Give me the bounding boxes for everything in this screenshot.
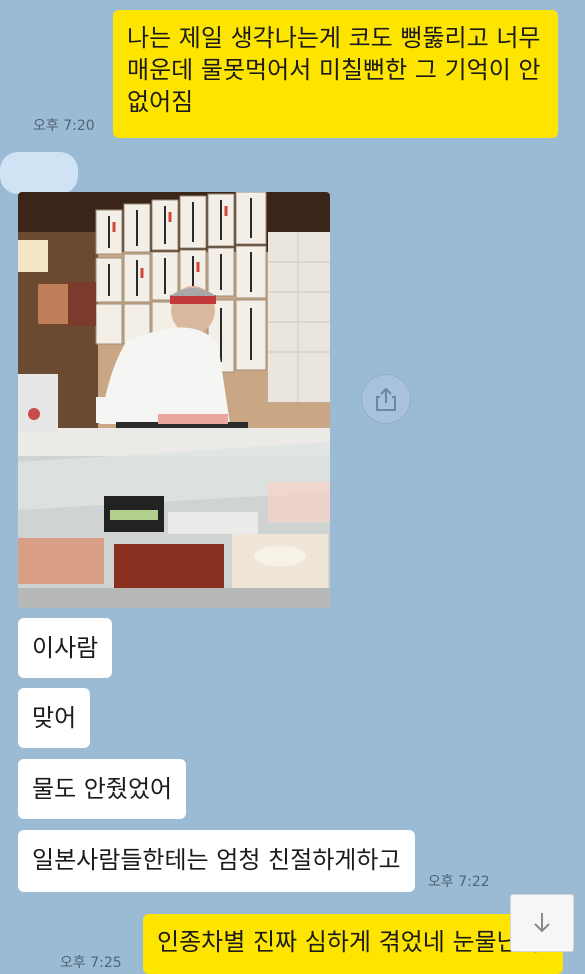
message-bubble-outgoing[interactable]: 인종차별 진짜 심하게 겪었네 눈물난다 — [143, 914, 563, 974]
message-timestamp: 오후 7:25 — [60, 955, 122, 971]
profile-avatar[interactable] — [0, 152, 78, 194]
message-bubble-incoming[interactable]: 이사람 — [18, 618, 113, 678]
message-text: 이사람 — [32, 634, 99, 662]
message-bubble-incoming[interactable]: 맞어 — [18, 688, 91, 748]
sushi-chef-photo — [18, 192, 330, 608]
share-icon — [376, 387, 396, 411]
message-text: 물도 안줬었어 — [32, 775, 173, 803]
scroll-to-bottom-button[interactable] — [510, 894, 574, 952]
message-bubble-incoming[interactable]: 일본사람들한테는 엄청 친절하게하고 — [18, 830, 415, 892]
message-text: 인종차별 진짜 심하게 겪었네 눈물난다 — [157, 928, 541, 956]
photo-message[interactable] — [18, 192, 330, 608]
message-timestamp: 오후 7:22 — [428, 874, 490, 890]
message-text: 나는 제일 생각나는게 코도 뻥뚫리고 너무 매운데 물못먹어서 미칠뻔한 그 … — [127, 24, 541, 116]
share-button[interactable] — [361, 374, 411, 424]
message-text: 맞어 — [32, 704, 77, 732]
message-bubble-outgoing[interactable]: 나는 제일 생각나는게 코도 뻥뚫리고 너무 매운데 물못먹어서 미칠뻔한 그 … — [113, 10, 558, 138]
message-text: 일본사람들한테는 엄청 친절하게하고 — [32, 846, 401, 874]
arrow-down-icon — [534, 913, 550, 933]
message-bubble-incoming[interactable]: 물도 안줬었어 — [18, 759, 187, 819]
message-timestamp: 오후 7:20 — [33, 118, 95, 134]
